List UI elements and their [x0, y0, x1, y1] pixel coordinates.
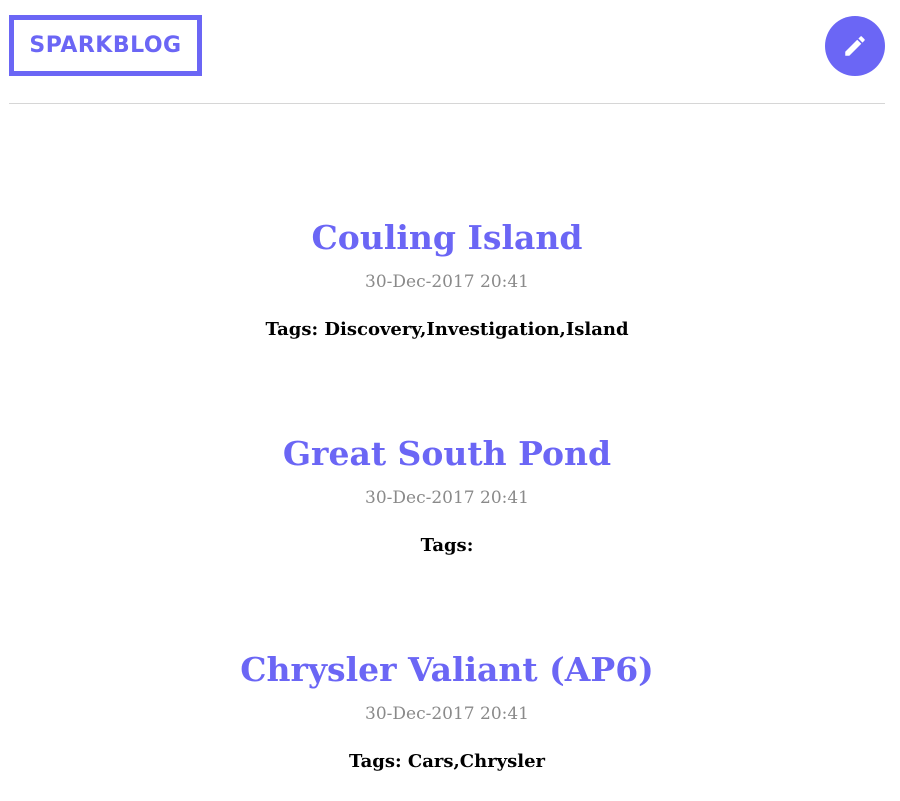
header: SPARKBLOG: [0, 0, 900, 105]
post-item: Great South Pond 30-Dec-2017 20:41 Tags:: [0, 432, 900, 612]
site-logo-text: SPARKBLOG: [29, 33, 182, 58]
post-title-link[interactable]: Couling Island: [0, 216, 894, 260]
post-tags: Tags:: [420, 535, 474, 556]
pencil-edit-icon: [845, 36, 865, 56]
site-logo-link[interactable]: SPARKBLOG: [9, 15, 202, 76]
post-item: Chrysler Valiant (AP6) 30-Dec-2017 20:41…: [0, 648, 900, 801]
post-date: 30-Dec-2017 20:41: [365, 704, 529, 724]
post-title-link[interactable]: Great South Pond: [0, 432, 894, 476]
post-date: 30-Dec-2017 20:41: [365, 488, 529, 508]
post-item: Couling Island 30-Dec-2017 20:41 Tags: D…: [0, 216, 900, 396]
write-post-button[interactable]: [825, 16, 885, 76]
post-tags: Tags: Cars,Chrysler: [348, 751, 546, 772]
post-date: 30-Dec-2017 20:41: [365, 272, 529, 292]
header-divider: [9, 103, 885, 104]
post-title-link[interactable]: Chrysler Valiant (AP6): [0, 648, 894, 692]
post-tags: Tags: Discovery,Investigation,Island: [265, 319, 629, 340]
